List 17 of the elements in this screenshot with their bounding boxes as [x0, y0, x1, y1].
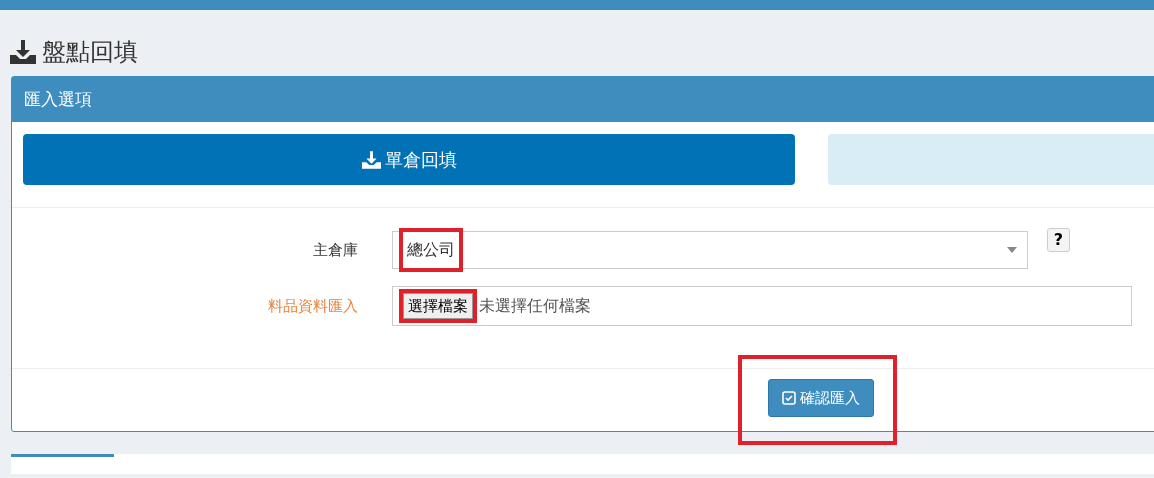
mode-tab[interactable] [828, 134, 1154, 185]
field-label: 主倉庫 [312, 239, 359, 261]
file-status: 未選擇任何檔案 [479, 295, 591, 317]
caret-icon [1007, 247, 1017, 253]
dropdown[interactable]: 總公司 [392, 231, 1028, 269]
mode-tab[interactable]: 單倉回填 [23, 134, 795, 185]
help-button[interactable]: ? [1047, 228, 1070, 252]
download-icon [361, 150, 381, 169]
checkbox-icon [782, 391, 796, 405]
tab[interactable] [11, 454, 114, 457]
download-icon [10, 40, 36, 64]
file-field[interactable]: 選擇檔案 未選擇任何檔案 [392, 286, 1132, 326]
page-title: 盤點回填 [42, 40, 138, 64]
field-label: 料品資料匯入 [267, 295, 359, 317]
panel-title: 匯入選項 [24, 87, 92, 111]
selected-value: 總公司 [407, 240, 455, 259]
confirm-import-button[interactable]: 確認匯入 [768, 379, 874, 417]
